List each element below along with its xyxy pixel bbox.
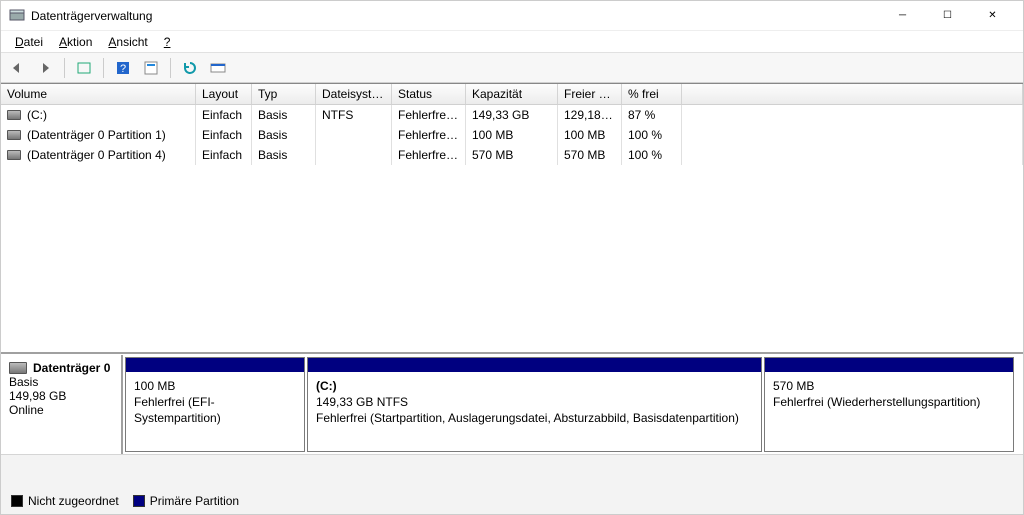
col-header-fs[interactable]: Dateisystem <box>316 84 392 104</box>
menu-help[interactable]: ? <box>156 33 179 51</box>
maximize-button[interactable]: ☐ <box>925 1 970 31</box>
volume-row[interactable]: (C:)EinfachBasisNTFSFehlerfrei ...149,33… <box>1 105 1023 125</box>
disk-state: Online <box>9 403 113 417</box>
menu-view[interactable]: Ansicht <box>100 33 155 51</box>
view-list-icon[interactable] <box>72 56 96 80</box>
minimize-button[interactable]: ─ <box>880 1 925 31</box>
col-header-layout[interactable]: Layout <box>196 84 252 104</box>
back-arrow-icon[interactable] <box>5 56 29 80</box>
refresh-icon[interactable] <box>178 56 202 80</box>
legend-unallocated: Nicht zugeordnet <box>11 494 119 508</box>
col-header-volume[interactable]: Volume <box>1 84 196 104</box>
partition-header-bar <box>126 358 304 372</box>
close-button[interactable]: ✕ <box>970 1 1015 31</box>
partition-size: 149,33 GB NTFS <box>316 394 753 410</box>
partition[interactable]: 100 MBFehlerfrei (EFI-Systempartition) <box>125 357 305 452</box>
volume-row[interactable]: (Datenträger 0 Partition 1)EinfachBasisF… <box>1 125 1023 145</box>
content-area: Volume Layout Typ Dateisystem Status Kap… <box>1 83 1023 514</box>
partition-header-bar <box>765 358 1013 372</box>
partition-status: Fehlerfrei (EFI-Systempartition) <box>134 394 296 426</box>
col-header-status[interactable]: Status <box>392 84 466 104</box>
disk-info[interactable]: Datenträger 0 Basis 149,98 GB Online <box>1 355 123 454</box>
window-title: Datenträgerverwaltung <box>31 9 152 23</box>
disk-name: Datenträger 0 <box>33 361 110 375</box>
col-header-pfree[interactable]: % frei <box>622 84 682 104</box>
partition-size: 100 MB <box>134 378 296 394</box>
legend-primary: Primäre Partition <box>133 494 239 508</box>
titlebar: Datenträgerverwaltung ─ ☐ ✕ <box>1 1 1023 31</box>
disk-size: 149,98 GB <box>9 389 113 403</box>
primary-swatch-icon <box>133 495 145 507</box>
menu-action[interactable]: Aktion <box>51 33 100 51</box>
disk-type: Basis <box>9 375 113 389</box>
partition[interactable]: 570 MBFehlerfrei (Wiederherstellungspart… <box>764 357 1014 452</box>
view-detail-icon[interactable] <box>206 56 230 80</box>
partition-status: Fehlerfrei (Wiederherstellungspartition) <box>773 394 1005 410</box>
volume-list[interactable]: Volume Layout Typ Dateisystem Status Kap… <box>1 84 1023 354</box>
partition[interactable]: (C:)149,33 GB NTFSFehlerfrei (Startparti… <box>307 357 762 452</box>
volume-icon <box>7 150 21 160</box>
partition-header-bar <box>308 358 761 372</box>
partitions-container: 100 MBFehlerfrei (EFI-Systempartition)(C… <box>123 355 1023 454</box>
disk-icon <box>9 362 27 374</box>
menubar: Datei Aktion Ansicht ? <box>1 31 1023 53</box>
forward-arrow-icon[interactable] <box>33 56 57 80</box>
disk-management-icon <box>9 8 25 24</box>
unallocated-swatch-icon <box>11 495 23 507</box>
volume-icon <box>7 110 21 120</box>
volume-row[interactable]: (Datenträger 0 Partition 4)EinfachBasisF… <box>1 145 1023 165</box>
disk-graphical-view: Datenträger 0 Basis 149,98 GB Online 100… <box>1 354 1023 454</box>
help-icon[interactable]: ? <box>111 56 135 80</box>
legend: Nicht zugeordnet Primäre Partition <box>1 454 1023 514</box>
col-header-type[interactable]: Typ <box>252 84 316 104</box>
toolbar: ? <box>1 53 1023 83</box>
svg-text:?: ? <box>120 63 126 75</box>
partition-size: 570 MB <box>773 378 1005 394</box>
col-header-rest <box>682 84 1023 104</box>
col-header-cap[interactable]: Kapazität <box>466 84 558 104</box>
partition-status: Fehlerfrei (Startpartition, Auslagerungs… <box>316 410 753 426</box>
menu-file[interactable]: Datei <box>7 33 51 51</box>
volume-icon <box>7 130 21 140</box>
col-header-free[interactable]: Freier S... <box>558 84 622 104</box>
properties-icon[interactable] <box>139 56 163 80</box>
volume-list-header: Volume Layout Typ Dateisystem Status Kap… <box>1 84 1023 105</box>
